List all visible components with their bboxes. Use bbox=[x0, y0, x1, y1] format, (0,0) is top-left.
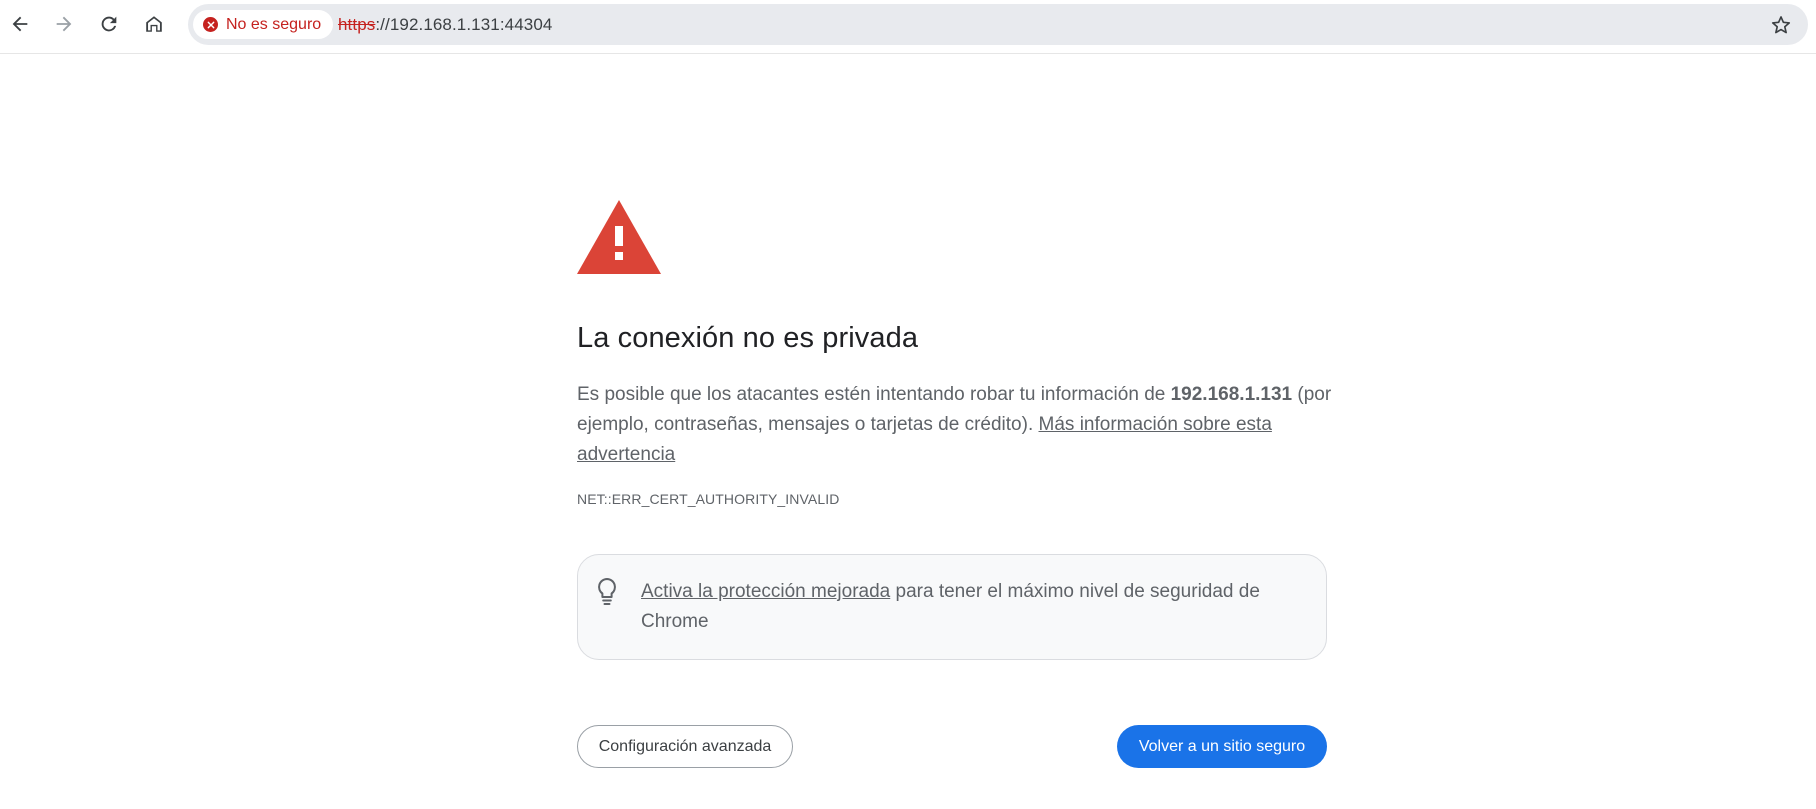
reload-icon bbox=[101, 16, 117, 32]
error-code: NET::ERR_CERT_AUTHORITY_INVALID bbox=[577, 491, 840, 507]
lightbulb-icon bbox=[598, 578, 616, 605]
back-to-safety-button[interactable]: Volver a un sitio seguro bbox=[1117, 725, 1327, 768]
page-title: La conexión no es privada bbox=[577, 322, 919, 354]
security-label: No es seguro bbox=[226, 15, 322, 33]
home-button[interactable] bbox=[136, 6, 172, 42]
url-host: ://192.168.1.131:44304 bbox=[375, 14, 553, 34]
address-bar[interactable]: No es seguro https://192.168.1.131:44304 bbox=[188, 4, 1808, 45]
error-circle-icon bbox=[203, 17, 218, 32]
url-scheme: https bbox=[338, 14, 376, 34]
explanation-text: Es posible que los atacantes estén inten… bbox=[577, 384, 1171, 405]
advanced-settings-button[interactable]: Configuración avanzada bbox=[577, 725, 793, 768]
forward-button[interactable] bbox=[46, 6, 82, 42]
security-indicator-chip[interactable]: No es seguro bbox=[193, 10, 334, 39]
reload-button[interactable] bbox=[91, 6, 127, 42]
home-icon bbox=[146, 16, 162, 32]
bookmark-button[interactable] bbox=[1768, 12, 1794, 38]
browser-toolbar: No es seguro https://192.168.1.131:44304 bbox=[0, 0, 1816, 54]
star-icon bbox=[1771, 16, 1791, 34]
warning-triangle-icon bbox=[577, 200, 661, 274]
error-explanation: Es posible que los atacantes estén inten… bbox=[577, 380, 1337, 470]
host-name: 192.168.1.131 bbox=[1170, 384, 1293, 405]
enhanced-protection-text: Activa la protección mejorada para tener… bbox=[641, 577, 1281, 637]
enhanced-protection-link[interactable]: Activa la protección mejorada bbox=[641, 581, 890, 602]
back-button[interactable] bbox=[2, 6, 38, 42]
arrow-left-icon bbox=[12, 16, 28, 32]
url-text[interactable]: https://192.168.1.131:44304 bbox=[338, 4, 552, 45]
arrow-right-icon bbox=[56, 16, 72, 32]
enhanced-protection-promo: Activa la protección mejorada para tener… bbox=[577, 554, 1327, 660]
